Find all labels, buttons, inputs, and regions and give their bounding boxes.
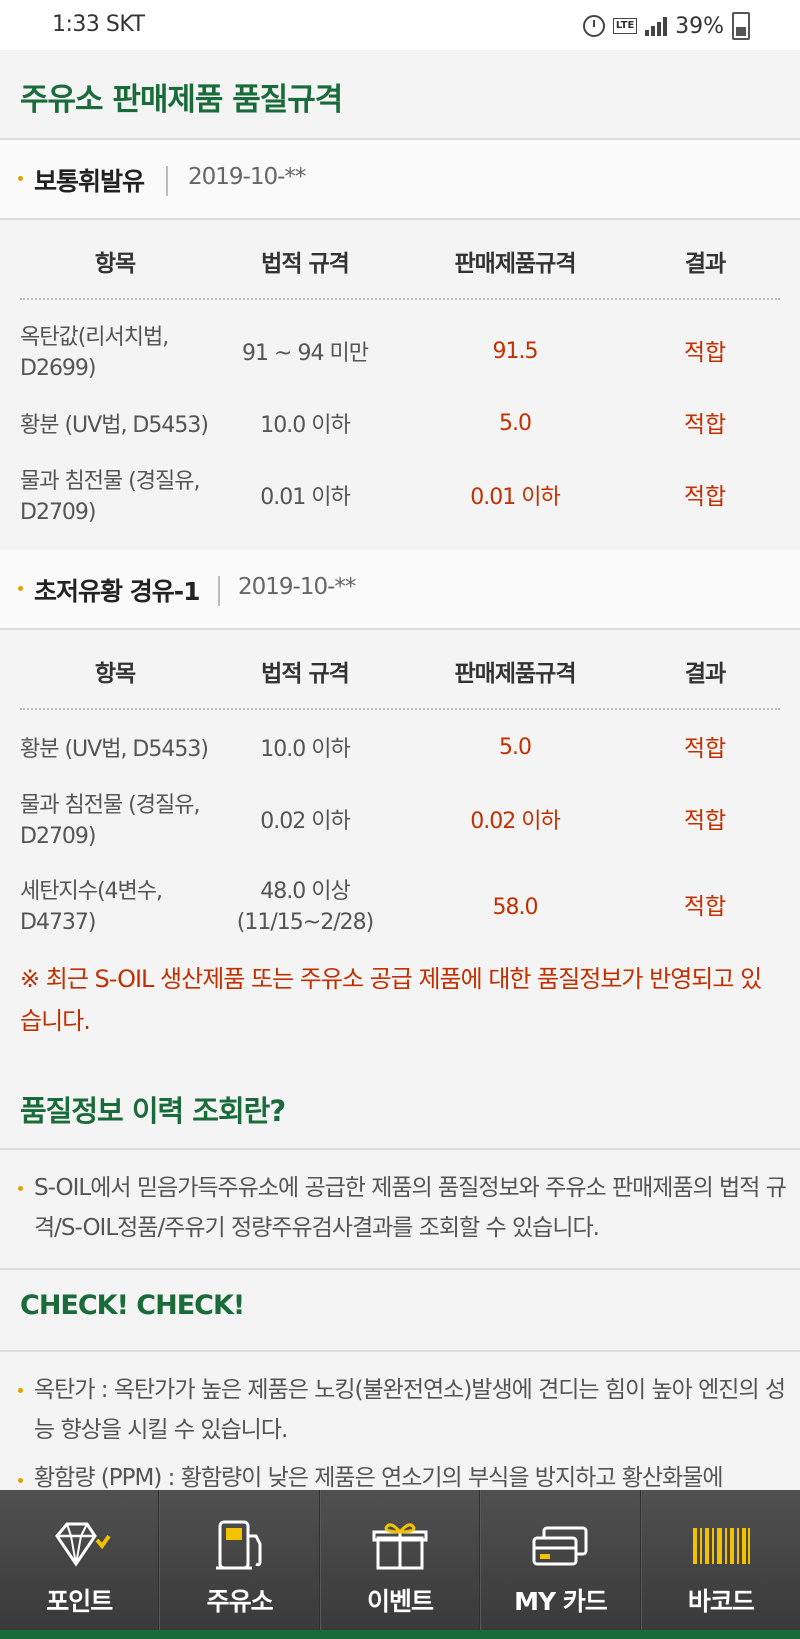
cell-spec: 91.5 bbox=[492, 339, 539, 364]
barcode-icon bbox=[692, 1528, 750, 1564]
cell-spec: 0.01 이하 bbox=[470, 485, 560, 510]
nav-barcode[interactable]: 바코드 bbox=[640, 1490, 800, 1630]
header-spec: 판매제품규격 bbox=[454, 661, 577, 687]
fuel-pump-icon bbox=[215, 1520, 262, 1570]
cell-result: 적합 bbox=[683, 340, 727, 366]
header-legal: 법적 규격 bbox=[261, 251, 350, 277]
cell-result: 적합 bbox=[683, 412, 727, 438]
history-title: 품질정보 이력 조회란? bbox=[20, 1094, 286, 1128]
cell-result: 적합 bbox=[683, 808, 727, 834]
bullet-dot bbox=[18, 586, 23, 591]
header-item: 항목 bbox=[94, 661, 136, 687]
history-title-block: 품질정보 이력 조회란? bbox=[0, 1068, 800, 1150]
quality-table-gasoline: 항목 법적 규격 판매제품규격 결과 옥탄값(리서치법, D2699) 91 ~… bbox=[0, 220, 800, 550]
section-name: 보통휘발유 bbox=[34, 167, 145, 196]
cell-legal: 0.02 이하 bbox=[260, 809, 350, 834]
header-spec: 판매제품규격 bbox=[454, 251, 577, 277]
check-title: CHECK! CHECK! bbox=[20, 1290, 245, 1321]
section-name: 초저유황 경유-1 bbox=[34, 577, 200, 606]
status-icons: LTE 39% bbox=[583, 12, 750, 40]
divider bbox=[218, 576, 220, 606]
cell-spec: 58.0 bbox=[492, 895, 539, 920]
cell-spec: 5.0 bbox=[499, 411, 532, 436]
bottom-nav: 포인트 주유소 이벤트 MY 카드 바코드 bbox=[0, 1490, 800, 1630]
cell-item: 물과 침전물 (경질유, D2709) bbox=[20, 793, 200, 849]
header-result: 결과 bbox=[684, 251, 726, 277]
section-header-diesel: 초저유황 경유-1 2019-10-** bbox=[0, 550, 800, 630]
bullet-dot bbox=[18, 1388, 23, 1393]
quality-table-diesel: 항목 법적 규격 판매제품규격 결과 황분 (UV법, D5453) 10.0 … bbox=[0, 630, 800, 950]
history-text: S-OIL에서 믿음가득주유소에 공급한 제품의 품질정보와 주유소 판매제품의… bbox=[34, 1175, 787, 1241]
bullet-dot bbox=[18, 176, 23, 181]
nav-label: 포인트 bbox=[46, 1587, 113, 1616]
cell-legal: 91 ~ 94 미만 bbox=[242, 341, 369, 366]
cell-legal: 10.0 이하 bbox=[260, 413, 350, 438]
nav-point[interactable]: 포인트 bbox=[0, 1490, 160, 1630]
page-title: 주유소 판매제품 품질규격 bbox=[20, 82, 343, 118]
table-row: 물과 침전물 (경질유, D2709) 0.02 이하 0.02 이하 적합 bbox=[20, 790, 780, 854]
section-date: 2019-10-** bbox=[238, 574, 356, 600]
table-header: 항목 법적 규격 판매제품규격 결과 bbox=[20, 220, 780, 300]
cell-legal: 48.0 이상 (11/15~2/28) bbox=[236, 879, 374, 935]
alarm-icon bbox=[583, 15, 606, 37]
divider bbox=[166, 166, 168, 196]
signal-icon bbox=[645, 16, 668, 36]
table-row: 황분 (UV법, D5453) 10.0 이하 5.0 적합 bbox=[20, 410, 780, 450]
table-header: 항목 법적 규격 판매제품규격 결과 bbox=[20, 630, 780, 710]
battery-percent: 39% bbox=[675, 13, 724, 39]
section-header-gasoline: 보통휘발유 2019-10-** bbox=[0, 140, 800, 220]
nav-label: MY 카드 bbox=[514, 1587, 608, 1616]
nav-mycard[interactable]: MY 카드 bbox=[480, 1490, 641, 1630]
nav-label: 바코드 bbox=[687, 1587, 755, 1616]
cell-item: 옥탄값(리서치법, D2699) bbox=[20, 325, 169, 381]
gift-icon bbox=[372, 1523, 428, 1570]
table-row: 세탄지수(4변수, D4737) 48.0 이상 (11/15~2/28) 58… bbox=[20, 876, 780, 940]
cell-legal: 0.01 이하 bbox=[260, 485, 350, 510]
table-row: 물과 침전물 (경질유, D2709) 0.01 이하 0.01 이하 적합 bbox=[20, 466, 780, 530]
check-title-block: CHECK! CHECK! bbox=[0, 1270, 800, 1352]
check-item: 옥탄가 : 옥탄가가 높은 제품은 노킹(불완전연소)발생에 견디는 힘이 높아… bbox=[34, 1377, 786, 1443]
header-legal: 법적 규격 bbox=[261, 661, 350, 687]
cell-spec: 5.0 bbox=[499, 735, 532, 760]
table-row: 황분 (UV법, D5453) 10.0 이하 5.0 적합 bbox=[20, 734, 780, 774]
lte-icon: LTE bbox=[613, 18, 638, 34]
nav-label: 주유소 bbox=[206, 1587, 274, 1616]
cell-item: 황분 (UV법, D5453) bbox=[20, 737, 209, 762]
bullet-dot bbox=[18, 1186, 23, 1191]
cell-result: 적합 bbox=[683, 736, 727, 762]
battery-icon bbox=[732, 12, 750, 40]
nav-station[interactable]: 주유소 bbox=[159, 1490, 320, 1630]
header-result: 결과 bbox=[684, 661, 726, 687]
header-item: 항목 bbox=[94, 251, 136, 277]
quality-notice: ※ 최근 S-OIL 생산제품 또는 주유소 공급 제품에 대한 품질정보가 반… bbox=[20, 965, 762, 1035]
cell-item: 물과 침전물 (경질유, D2709) bbox=[20, 469, 200, 525]
cell-legal: 10.0 이하 bbox=[260, 737, 350, 762]
bullet-dot bbox=[18, 1478, 23, 1483]
cell-item: 세탄지수(4변수, D4737) bbox=[20, 879, 163, 935]
bottom-accent-strip bbox=[0, 1630, 800, 1639]
cell-spec: 0.02 이하 bbox=[470, 809, 560, 834]
cell-result: 적합 bbox=[683, 484, 727, 510]
nav-event[interactable]: 이벤트 bbox=[319, 1490, 481, 1630]
cell-result: 적합 bbox=[683, 894, 727, 920]
diamond-icon bbox=[55, 1522, 111, 1567]
status-bar: 1:33 SKT LTE 39% bbox=[0, 0, 800, 50]
check-item: 황함량 (PPM) : 황함량이 낮은 제품은 연소기의 부식을 방지하고 황산… bbox=[34, 1465, 724, 1491]
page-title-block: 주유소 판매제품 품질규격 bbox=[0, 50, 800, 140]
nav-label: 이벤트 bbox=[367, 1587, 434, 1616]
section-date: 2019-10-** bbox=[188, 164, 306, 190]
history-info: S-OIL에서 믿음가득주유소에 공급한 제품의 품질정보와 주유소 판매제품의… bbox=[0, 1150, 800, 1270]
status-time-carrier: 1:33 SKT bbox=[52, 12, 145, 37]
card-icon bbox=[532, 1526, 588, 1566]
table-row: 옥탄값(리서치법, D2699) 91 ~ 94 미만 91.5 적합 bbox=[20, 322, 780, 386]
cell-item: 황분 (UV법, D5453) bbox=[20, 413, 209, 438]
check-list: 옥탄가 : 옥탄가가 높은 제품은 노킹(불완전연소)발생에 견디는 힘이 높아… bbox=[0, 1352, 800, 1492]
